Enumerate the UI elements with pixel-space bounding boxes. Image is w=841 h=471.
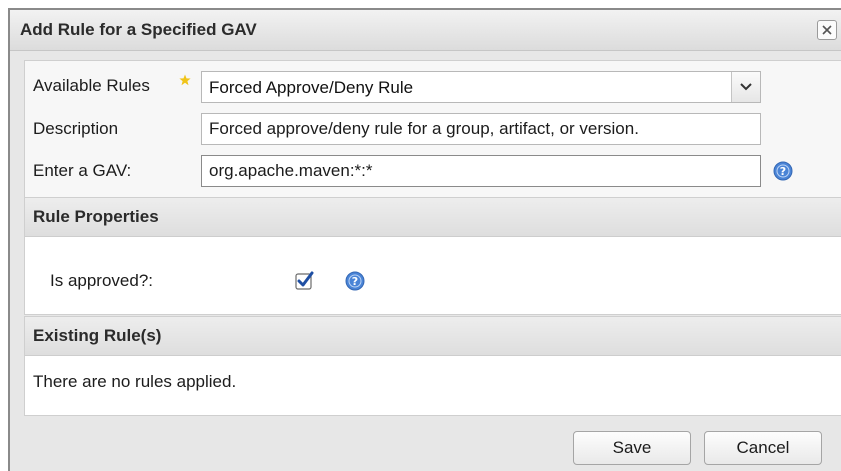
gav-input[interactable]: [201, 155, 761, 187]
is-approved-label: Is approved?:: [50, 271, 154, 290]
rule-properties-header[interactable]: Rule Properties: [25, 198, 841, 237]
rule-properties-title: Rule Properties: [33, 207, 159, 226]
chevron-down-icon: [740, 83, 752, 91]
save-button[interactable]: Save: [573, 431, 691, 465]
cancel-button[interactable]: Cancel: [704, 431, 822, 465]
dialog-titlebar[interactable]: Add Rule for a Specified GAV: [10, 10, 841, 51]
description-field[interactable]: [201, 113, 761, 145]
rule-form-panel: Available Rules Forced Approve/Deny Rule…: [24, 60, 841, 205]
is-approved-help-icon[interactable]: ?: [345, 271, 365, 291]
dialog-title: Add Rule for a Specified GAV: [20, 20, 257, 39]
available-rules-select[interactable]: Forced Approve/Deny Rule: [201, 71, 761, 103]
existing-rules-title: Existing Rule(s): [33, 326, 162, 345]
existing-rules-section: Existing Rule(s) There are no rules appl…: [24, 316, 841, 416]
svg-text:?: ?: [780, 165, 786, 178]
close-button[interactable]: [817, 20, 837, 40]
rule-properties-section: Rule Properties Is approved?: ?: [24, 197, 841, 315]
gav-help-icon[interactable]: ?: [773, 161, 793, 181]
description-label: Description: [33, 119, 119, 138]
no-rules-message: There are no rules applied.: [33, 372, 237, 391]
required-star-icon: [179, 74, 191, 86]
svg-text:?: ?: [352, 275, 358, 288]
close-icon: [822, 25, 832, 35]
add-rule-dialog: Add Rule for a Specified GAV Available R…: [8, 8, 841, 471]
available-rules-dropdown-button[interactable]: [731, 72, 760, 102]
existing-rules-header[interactable]: Existing Rule(s): [25, 317, 841, 356]
available-rules-value: Forced Approve/Deny Rule: [209, 78, 414, 97]
gav-label: Enter a GAV:: [33, 161, 132, 180]
is-approved-checkbox[interactable]: [295, 271, 315, 291]
available-rules-label: Available Rules: [33, 76, 150, 95]
